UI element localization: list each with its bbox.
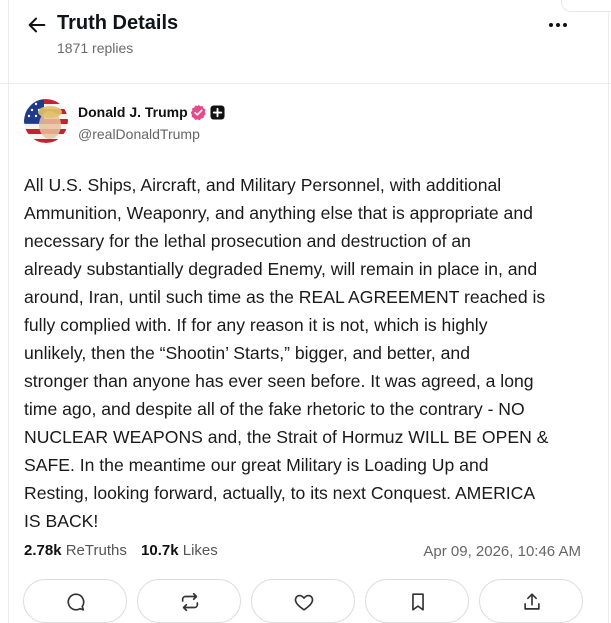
bookmark-icon xyxy=(412,593,424,611)
more-options-icon[interactable] xyxy=(546,16,570,34)
post-stats: 2.78k ReTruths 10.7k Likes xyxy=(24,542,228,559)
avatar[interactable] xyxy=(24,99,68,143)
reply-icon xyxy=(67,593,85,611)
like-icon xyxy=(294,594,314,611)
retruths-stat[interactable]: 2.78k ReTruths xyxy=(24,542,127,559)
verified-badge-icon xyxy=(190,104,206,121)
page-header: Truth Details 1871 replies xyxy=(0,0,611,84)
retruth-button[interactable] xyxy=(137,579,241,623)
likes-stat[interactable]: 10.7k Likes xyxy=(141,542,218,559)
retruths-count: 2.78k xyxy=(24,542,62,559)
post-timestamp: Apr 09, 2026, 10:46 AM xyxy=(423,543,581,560)
page-title: Truth Details xyxy=(57,12,179,34)
frame-border-left xyxy=(8,0,9,623)
share-icon xyxy=(524,593,540,610)
likes-count: 10.7k xyxy=(141,542,179,559)
author-name[interactable]: Donald J. Trump xyxy=(78,104,188,120)
like-button[interactable] xyxy=(251,579,355,623)
bookmark-button[interactable] xyxy=(365,579,469,623)
plus-badge-icon xyxy=(210,105,225,120)
action-bar xyxy=(23,579,588,623)
replies-count: 1871 replies xyxy=(57,40,134,56)
post-text: All U.S. Ships, Aircraft, and Military P… xyxy=(24,175,549,531)
retruths-label: ReTruths xyxy=(65,542,127,559)
frame-border-right xyxy=(608,0,609,623)
back-arrow-icon[interactable] xyxy=(26,14,48,36)
author-handle[interactable]: @realDonaldTrump xyxy=(78,126,200,142)
share-button[interactable] xyxy=(479,579,583,623)
retruth-icon xyxy=(181,592,199,612)
likes-label: Likes xyxy=(182,542,218,559)
reply-button[interactable] xyxy=(23,579,127,623)
